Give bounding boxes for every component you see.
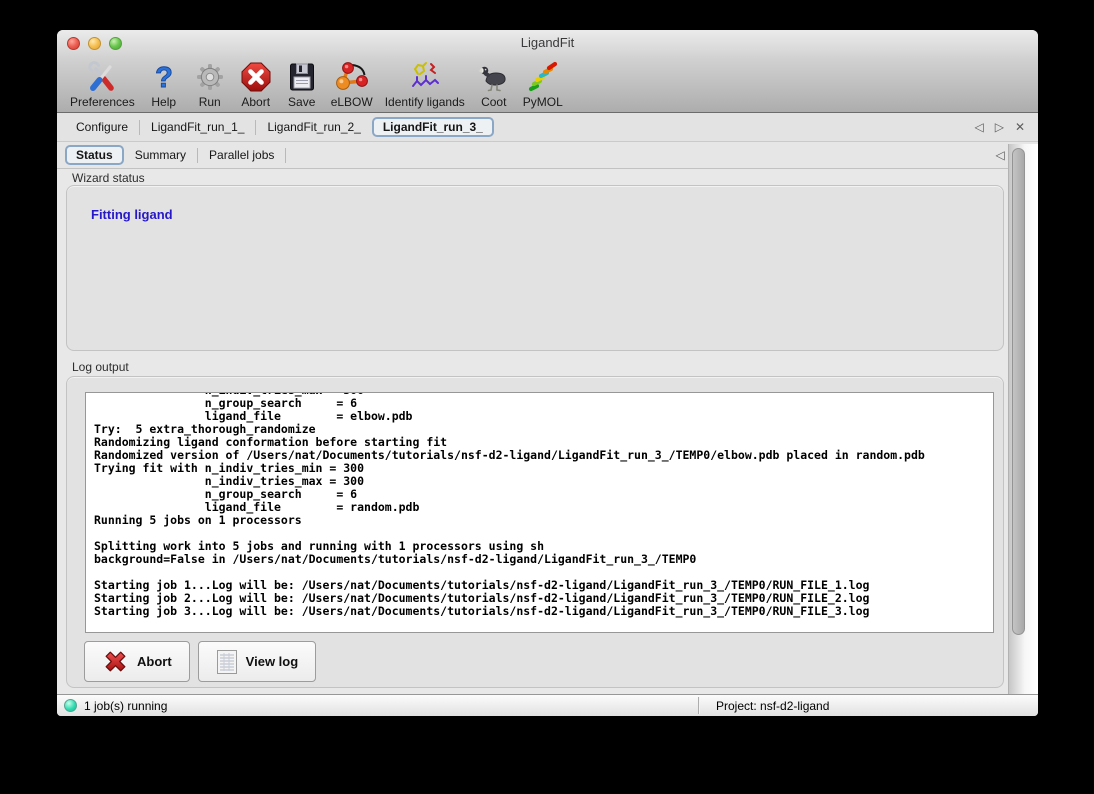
pymol-button[interactable]: PyMOL bbox=[517, 60, 569, 109]
window-title: LigandFit bbox=[57, 30, 1038, 56]
toolbar-label: Abort bbox=[241, 95, 270, 109]
preferences-button[interactable]: Preferences bbox=[64, 60, 141, 109]
status-page: Wizard status Fitting ligand Log output … bbox=[57, 169, 1038, 694]
log-buttons: Abort bbox=[84, 641, 316, 682]
status-bar-divider bbox=[698, 697, 699, 714]
pymol-icon bbox=[526, 60, 560, 94]
toolbar-label: eLBOW bbox=[331, 95, 373, 109]
abort-icon bbox=[239, 60, 273, 94]
abort-button-label: Abort bbox=[137, 654, 172, 669]
run-tab-bar: Configure LigandFit_run_1_ LigandFit_run… bbox=[57, 113, 1038, 142]
coot-icon bbox=[477, 60, 511, 94]
save-button[interactable]: Save bbox=[279, 60, 325, 109]
view-log-button[interactable]: View log bbox=[198, 641, 317, 682]
tab-close-icon[interactable]: ✕ bbox=[1015, 120, 1025, 134]
identify-ligands-button[interactable]: Identify ligands bbox=[379, 60, 471, 109]
subtab-scroll-left-icon[interactable]: ◁ bbox=[996, 148, 1005, 162]
tab-ligandfit-run-2[interactable]: LigandFit_run_2_ bbox=[256, 117, 371, 137]
elbow-icon bbox=[335, 60, 369, 94]
toolbar-label: Save bbox=[288, 95, 315, 109]
subtab-status[interactable]: Status bbox=[65, 145, 124, 165]
abort-button[interactable]: Abort bbox=[84, 641, 190, 682]
tab-scroll-left-icon[interactable]: ◁ bbox=[974, 120, 983, 134]
run-icon bbox=[193, 60, 227, 94]
abort-x-icon bbox=[102, 648, 129, 675]
log-output-label: Log output bbox=[72, 360, 129, 374]
tab-ligandfit-run-1[interactable]: LigandFit_run_1_ bbox=[140, 117, 255, 137]
scrollbar-thumb[interactable] bbox=[1012, 148, 1025, 635]
toolbar-label: Coot bbox=[481, 95, 506, 109]
coot-button[interactable]: Coot bbox=[471, 60, 517, 109]
tab-separator bbox=[285, 148, 286, 163]
minimize-window-button[interactable] bbox=[88, 37, 101, 50]
toolbar-label: Help bbox=[151, 95, 176, 109]
preferences-icon bbox=[85, 60, 119, 94]
svg-text:?: ? bbox=[155, 62, 173, 93]
running-indicator-icon bbox=[64, 699, 77, 712]
log-output-panel: n_indiv_tries_max = 300 n_group_search =… bbox=[66, 376, 1004, 688]
save-icon bbox=[285, 60, 319, 94]
toolbar-label: Run bbox=[199, 95, 221, 109]
wizard-status-label: Wizard status bbox=[72, 171, 145, 185]
project-name-text: Project: nsf-d2-ligand bbox=[716, 699, 829, 713]
subtab-summary[interactable]: Summary bbox=[124, 145, 197, 165]
view-log-button-label: View log bbox=[246, 654, 299, 669]
status-bar: 1 job(s) running Project: nsf-d2-ligand bbox=[57, 694, 1038, 716]
zoom-window-button[interactable] bbox=[109, 37, 122, 50]
abort-toolbar-button[interactable]: Abort bbox=[233, 60, 279, 109]
tab-nav: ◁ ▷ ✕ bbox=[974, 120, 1038, 134]
log-text: n_indiv_tries_max = 300 n_group_search =… bbox=[94, 392, 985, 618]
help-button[interactable]: ? Help bbox=[141, 60, 187, 109]
wizard-status-panel: Fitting ligand bbox=[66, 185, 1004, 351]
subtab-parallel-jobs[interactable]: Parallel jobs bbox=[198, 145, 285, 165]
close-window-button[interactable] bbox=[67, 37, 80, 50]
title-bar: LigandFit bbox=[57, 30, 1038, 56]
tab-scroll-right-icon[interactable]: ▷ bbox=[995, 120, 1004, 134]
wizard-status-text: Fitting ligand bbox=[91, 207, 173, 222]
elbow-button[interactable]: eLBOW bbox=[325, 60, 379, 109]
identify-ligands-icon bbox=[408, 60, 442, 94]
log-text-area[interactable]: n_indiv_tries_max = 300 n_group_search =… bbox=[85, 392, 994, 633]
tab-configure[interactable]: Configure bbox=[65, 117, 139, 137]
run-button[interactable]: Run bbox=[187, 60, 233, 109]
ligandfit-window: LigandFit Preferences bbox=[57, 30, 1038, 716]
jobs-running-text: 1 job(s) running bbox=[84, 699, 167, 713]
tab-ligandfit-run-3[interactable]: LigandFit_run_3_ bbox=[372, 117, 494, 137]
toolbar: Preferences ? Help bbox=[57, 56, 1038, 113]
help-icon: ? bbox=[147, 60, 181, 94]
vertical-scrollbar[interactable] bbox=[1008, 144, 1038, 695]
toolbar-label: Identify ligands bbox=[385, 95, 465, 109]
view-tab-bar: Status Summary Parallel jobs ◁ ▷ bbox=[57, 142, 1038, 169]
log-document-icon bbox=[216, 649, 238, 675]
toolbar-label: PyMOL bbox=[523, 95, 563, 109]
toolbar-label: Preferences bbox=[70, 95, 135, 109]
